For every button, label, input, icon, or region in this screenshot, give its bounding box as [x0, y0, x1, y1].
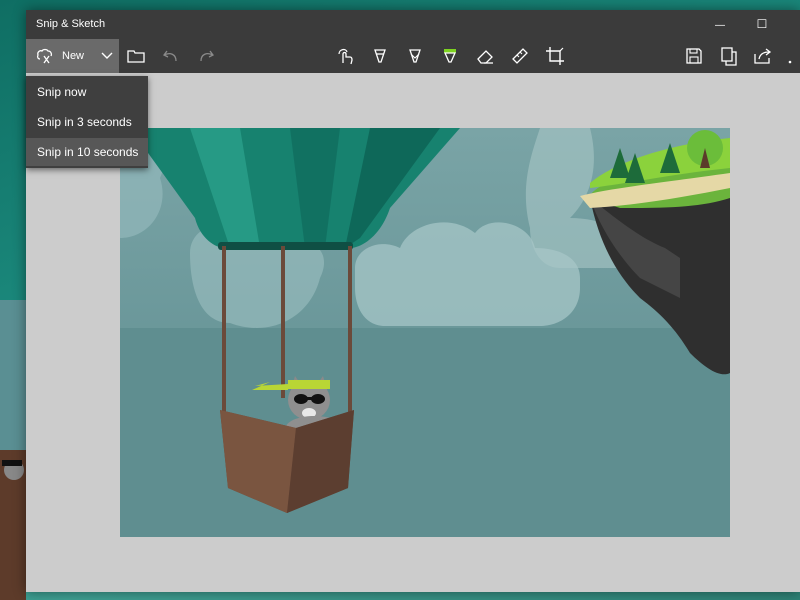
share-icon	[754, 48, 772, 64]
pencil-icon	[409, 49, 421, 63]
maximize-icon: ☐	[756, 17, 768, 31]
menu-item-snip-now[interactable]: Snip now	[26, 78, 148, 106]
snip-and-sketch-window: Snip & Sketch — ☐ New Snip now Snip in 3…	[26, 10, 800, 592]
eraser-button[interactable]	[474, 45, 496, 67]
undo-button[interactable]	[160, 45, 182, 67]
desktop-strip	[0, 300, 26, 600]
balloon-cat-illustration	[120, 128, 730, 537]
snipped-image	[120, 128, 730, 537]
new-snip-button[interactable]: New	[26, 39, 96, 73]
touch-writing-button[interactable]	[335, 45, 357, 67]
pencil-button[interactable]	[404, 45, 426, 67]
maximize-button[interactable]: ☐	[742, 10, 782, 39]
crop-icon	[546, 47, 564, 65]
open-folder-icon	[127, 50, 145, 63]
ruler-button[interactable]	[509, 45, 531, 67]
more-options-button[interactable]	[784, 45, 798, 67]
more-icon	[788, 60, 792, 64]
redo-icon	[200, 50, 214, 62]
save-icon	[686, 48, 702, 64]
chevron-down-icon	[101, 52, 113, 59]
minimize-button[interactable]: —	[700, 10, 740, 39]
share-button[interactable]	[752, 45, 774, 67]
eraser-icon	[477, 50, 493, 64]
copy-icon	[721, 47, 737, 66]
new-button-label: New	[62, 50, 85, 62]
redo-button[interactable]	[195, 45, 217, 67]
ruler-icon	[512, 48, 528, 64]
window-title: Snip & Sketch	[36, 18, 106, 30]
save-button[interactable]	[683, 45, 705, 67]
highlighter-icon	[443, 49, 457, 63]
ballpoint-pen-button[interactable]	[369, 45, 391, 67]
minimize-icon: —	[715, 20, 725, 31]
toolbar: New	[26, 39, 800, 73]
highlighter-button[interactable]	[439, 45, 461, 67]
new-snip-menu: Snip now Snip in 3 seconds Snip in 10 se…	[26, 76, 148, 168]
menu-item-snip-10-seconds[interactable]: Snip in 10 seconds	[26, 138, 148, 166]
undo-icon	[163, 50, 177, 62]
title-bar: Snip & Sketch — ☐	[26, 10, 800, 39]
menu-item-snip-3-seconds[interactable]: Snip in 3 seconds	[26, 108, 148, 136]
open-file-button[interactable]	[125, 45, 147, 67]
snip-icon	[36, 48, 53, 64]
copy-button[interactable]	[718, 45, 740, 67]
ballpoint-pen-icon	[374, 49, 386, 63]
touch-writing-icon	[338, 48, 353, 65]
new-dropdown-button[interactable]	[96, 39, 119, 73]
crop-button[interactable]	[544, 45, 566, 67]
